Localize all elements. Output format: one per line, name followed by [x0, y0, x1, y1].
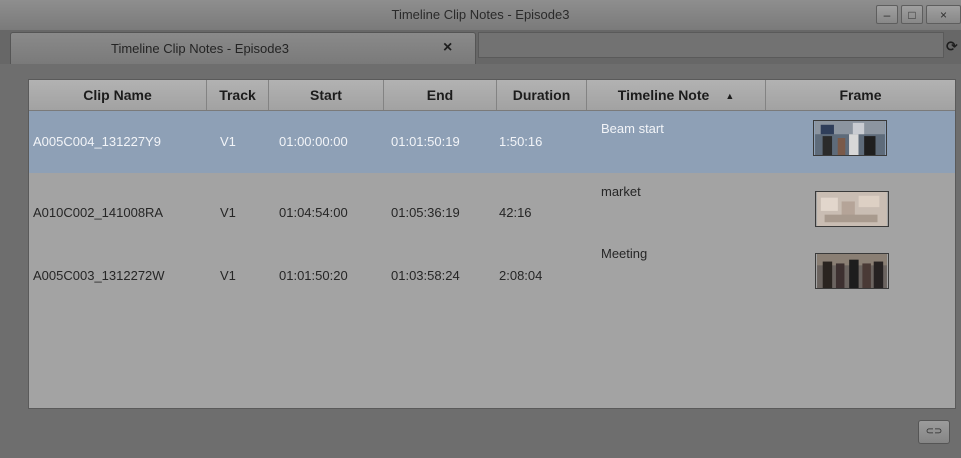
table-row[interactable]: A010C002_141008RA V1 01:04:54:00 01:05:3… — [29, 173, 955, 235]
refresh-icon[interactable]: ⟳ — [946, 38, 958, 55]
cell-timeline-note[interactable]: market — [601, 184, 641, 199]
table-row[interactable]: A005C004_131227Y9 V1 01:00:00:00 01:01:5… — [29, 111, 955, 173]
cell-end: 01:05:36:19 — [391, 205, 460, 220]
cell-timeline-note[interactable]: Beam start — [601, 121, 664, 136]
tab-empty-area — [478, 32, 944, 58]
window-titlebar[interactable]: Timeline Clip Notes - Episode3 – □ × — [0, 0, 961, 31]
window-title: Timeline Clip Notes - Episode3 — [391, 7, 570, 22]
cell-start: 01:00:00:00 — [279, 134, 348, 149]
column-header-start[interactable]: Start — [269, 80, 384, 110]
cell-start: 01:04:54:00 — [279, 205, 348, 220]
cell-duration: 1:50:16 — [499, 134, 543, 149]
cell-start: 01:01:50:20 — [279, 268, 348, 283]
table-row[interactable]: A005C003_1312272W V1 01:01:50:20 01:03:5… — [29, 235, 955, 297]
cell-track: V1 — [220, 134, 236, 149]
cell-track: V1 — [220, 268, 236, 283]
cell-end: 01:01:50:19 — [391, 134, 460, 149]
column-header-frame[interactable]: Frame — [766, 80, 955, 110]
tab-bar: Timeline Clip Notes - Episode3 × ⟳ — [0, 30, 961, 64]
cell-timeline-note[interactable]: Meeting — [601, 246, 647, 261]
link-toggle-button[interactable]: ⊂⊃ — [918, 420, 950, 444]
column-header-track[interactable]: Track — [207, 80, 269, 110]
frame-thumbnail — [813, 120, 887, 156]
table-header: Clip Name Track Start End Duration Timel… — [29, 80, 955, 111]
tab-label: Timeline Clip Notes - Episode3 — [111, 41, 289, 56]
link-icon: ⊂⊃ — [925, 426, 943, 437]
cell-duration: 42:16 — [499, 205, 532, 220]
tab-close-icon[interactable]: × — [443, 39, 452, 57]
cell-end: 01:03:58:24 — [391, 268, 460, 283]
cell-clip-name: A010C002_141008RA — [33, 205, 164, 220]
column-header-clip-name[interactable]: Clip Name — [29, 80, 207, 110]
minimize-icon[interactable]: – — [876, 5, 898, 24]
maximize-icon[interactable]: □ — [901, 5, 923, 24]
clip-notes-table: Clip Name Track Start End Duration Timel… — [28, 79, 956, 409]
frame-thumbnail — [815, 253, 889, 289]
cell-track: V1 — [220, 205, 236, 220]
cell-clip-name: A005C003_1312272W — [33, 268, 165, 283]
cell-duration: 2:08:04 — [499, 268, 543, 283]
cell-clip-name: A005C004_131227Y9 — [33, 134, 161, 149]
column-header-duration[interactable]: Duration — [497, 80, 587, 110]
sort-ascending-icon: ▲ — [725, 91, 735, 101]
column-header-end[interactable]: End — [384, 80, 497, 110]
frame-thumbnail — [815, 191, 889, 227]
tab-timeline-clip-notes[interactable]: Timeline Clip Notes - Episode3 × — [10, 32, 476, 64]
close-icon[interactable]: × — [926, 5, 961, 24]
column-header-timeline-note[interactable]: Timeline Note ▲ — [587, 80, 766, 110]
